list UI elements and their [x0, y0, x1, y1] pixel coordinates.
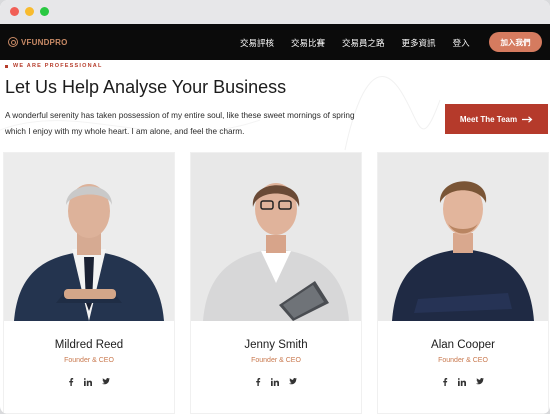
team-member-name: Mildred Reed	[54, 339, 124, 351]
twitter-icon[interactable]	[476, 378, 484, 385]
section-title: Let Us Help Analyse Your Business	[5, 77, 287, 97]
team-section: WE ARE PROFESSIONAL Let Us Help Analyse …	[0, 60, 550, 414]
meet-the-team-button[interactable]: Meet The Team	[445, 104, 548, 134]
team-card[interactable]: Mildred Reed Founder & CEO	[4, 153, 174, 413]
section-eyebrow: WE ARE PROFESSIONAL	[5, 63, 103, 69]
social-links	[4, 378, 174, 386]
twitter-icon[interactable]	[289, 378, 297, 385]
woman-with-tablet-portrait	[191, 153, 361, 321]
team-card[interactable]: Jenny Smith Founder & CEO	[191, 153, 361, 413]
social-links	[191, 378, 361, 386]
section-intro: A wonderful serenity has taken possessio…	[5, 111, 355, 136]
square-bullet-icon	[5, 64, 8, 68]
nav-item-more-info[interactable]: 更多資訊	[402, 37, 436, 49]
maximize-window-button[interactable]	[40, 7, 49, 16]
site-navbar: VFUNDPRO 交易評核 交易比賽 交易員之路 更多資訊 登入 加入我們	[0, 24, 550, 60]
minimize-window-button[interactable]	[25, 7, 34, 16]
team-member-photo	[378, 153, 548, 321]
nav-item-competition[interactable]: 交易比賽	[291, 37, 325, 49]
nav-item-challenge[interactable]: 交易評核	[240, 37, 274, 49]
team-member-photo	[4, 153, 174, 321]
team-member-role: Founder & CEO	[438, 357, 488, 364]
arrow-right-icon	[522, 115, 533, 123]
linkedin-icon[interactable]	[271, 378, 279, 386]
team-member-role: Founder & CEO	[251, 357, 301, 364]
site-logo[interactable]: VFUNDPRO	[8, 37, 68, 47]
linkedin-icon[interactable]	[84, 378, 92, 386]
window-titlebar	[0, 0, 550, 24]
team-card-info: Alan Cooper Founder & CEO	[378, 321, 548, 413]
team-member-name: Alan Cooper	[431, 339, 495, 351]
team-member-photo	[191, 153, 361, 321]
team-card-info: Mildred Reed Founder & CEO	[4, 321, 174, 413]
join-us-button[interactable]: 加入我們	[489, 32, 542, 52]
team-card[interactable]: Alan Cooper Founder & CEO	[378, 153, 548, 413]
facebook-icon[interactable]	[255, 378, 261, 386]
social-links	[378, 378, 548, 386]
nav-item-trader-path[interactable]: 交易員之路	[342, 37, 385, 49]
man-in-sweater-portrait	[378, 153, 548, 321]
team-member-name: Jenny Smith	[244, 339, 308, 351]
twitter-icon[interactable]	[102, 378, 110, 385]
meet-the-team-label: Meet The Team	[459, 114, 518, 124]
facebook-icon[interactable]	[442, 378, 448, 386]
team-card-info: Jenny Smith Founder & CEO	[191, 321, 361, 413]
team-member-role: Founder & CEO	[64, 357, 114, 364]
eyebrow-text: WE ARE PROFESSIONAL	[13, 63, 103, 69]
logo-icon	[8, 37, 18, 47]
browser-window: VFUNDPRO 交易評核 交易比賽 交易員之路 更多資訊 登入 加入我們 WE…	[0, 0, 550, 414]
facebook-icon[interactable]	[68, 378, 74, 386]
close-window-button[interactable]	[10, 7, 19, 16]
main-menu: 交易評核 交易比賽 交易員之路 更多資訊 登入	[240, 37, 487, 49]
logo-text: VFUNDPRO	[21, 37, 68, 47]
nav-item-login[interactable]: 登入	[453, 37, 470, 49]
linkedin-icon[interactable]	[458, 378, 466, 386]
man-in-suit-portrait	[4, 153, 174, 321]
